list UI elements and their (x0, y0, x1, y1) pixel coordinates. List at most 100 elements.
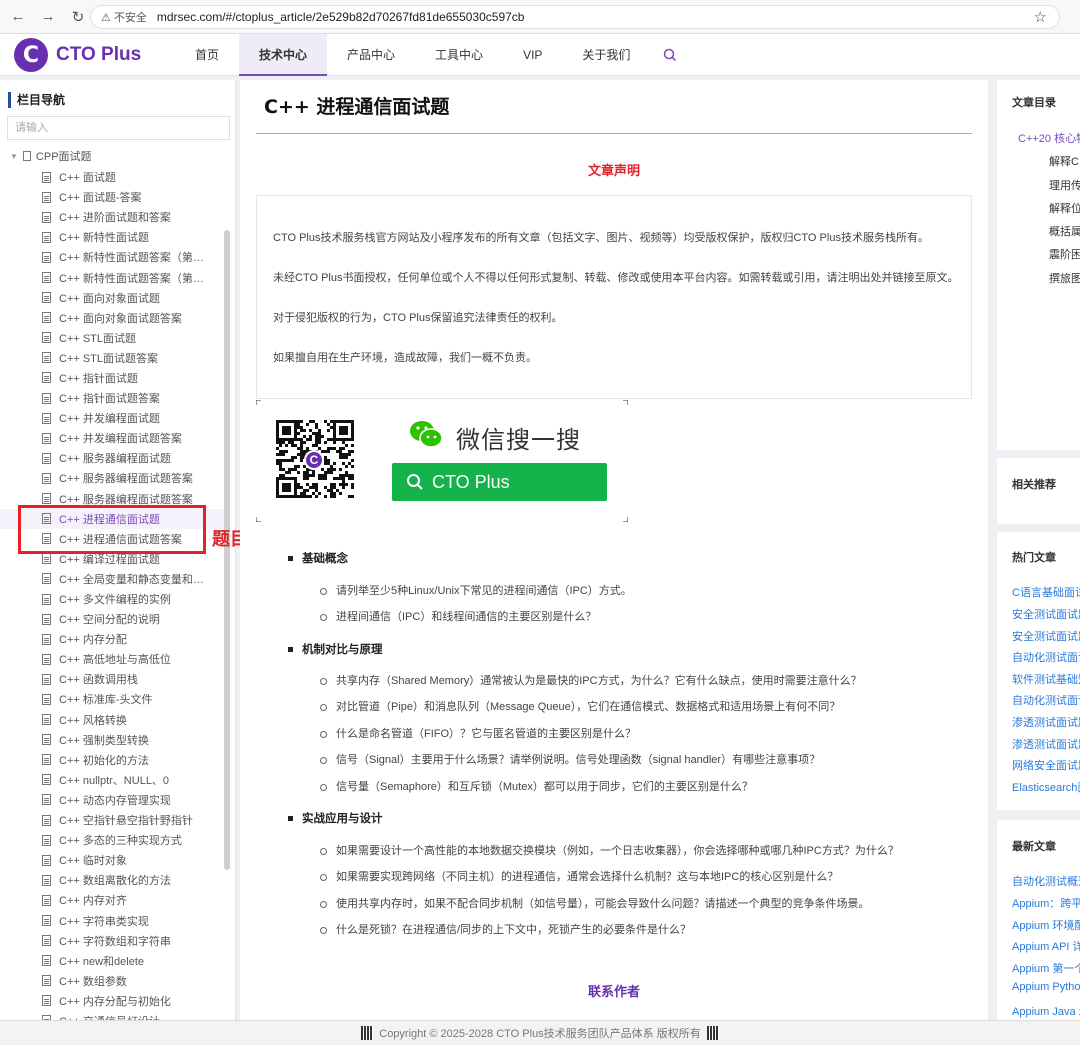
sidebar-tree-item[interactable]: C++ 新特性面试题答案（第二部分） (0, 267, 228, 287)
latest-article-link[interactable]: Appium API 详解 (1012, 938, 1080, 954)
toc-item[interactable]: C++20 核心特性 (1018, 130, 1080, 146)
toc-item[interactable]: 撰旅图 (1049, 270, 1080, 286)
sidebar-tree-item[interactable]: C++ 面向对象面试题答案 (0, 308, 228, 328)
sidebar-tree-item[interactable]: C++ 交通信号灯设计 (0, 1011, 228, 1020)
sidebar-tree-item[interactable]: C++ 标准库-头文件 (0, 689, 228, 709)
sidebar-title: 栏目导航 (8, 92, 65, 108)
nav-tech-center[interactable]: 技术中心 (239, 34, 328, 76)
hot-article-link[interactable]: 网络安全面试题 (1012, 757, 1080, 773)
sidebar-tree-item[interactable]: C++ 函数调用栈 (0, 669, 228, 689)
sidebar-tree-item[interactable]: C++ 并发编程面试题 (0, 408, 228, 428)
sidebar-tree-item[interactable]: C++ 新特性面试题答案（第一部分） (0, 247, 228, 267)
sidebar-tree-item[interactable]: C++ STL面试题 (0, 328, 228, 348)
sidebar-tree-item-label: C++ 内存分配 (59, 634, 127, 647)
latest-article-link[interactable]: Appium Java 示 (1012, 1003, 1080, 1019)
latest-article-link[interactable]: Appium：跨平台 (1012, 895, 1080, 911)
nav-home[interactable]: 首页 (175, 34, 239, 76)
sidebar-tree-item[interactable]: C++ 全局变量和静态变量和局部变量 (0, 569, 228, 589)
sidebar-tree-item[interactable]: C++ 服务器编程面试题答案 (0, 468, 228, 488)
hot-article-link[interactable]: 软件测试基础知 (1012, 671, 1080, 687)
latest-article-link[interactable]: 自动化测试概述 (1012, 873, 1080, 889)
sidebar-tree-item[interactable]: C++ 指针面试题 (0, 368, 228, 388)
question-item: 信号量（Semaphore）和互斥锁（Mutex）都可以用于同步，它们的主要区别… (320, 778, 753, 794)
document-icon (42, 553, 51, 565)
nav-about[interactable]: 关于我们 (562, 34, 650, 76)
hot-article-link[interactable]: 安全测试面试题 (1012, 606, 1080, 622)
wechat-search-slogan: 微信搜一搜 (456, 426, 581, 454)
nav-tools[interactable]: 工具中心 (415, 34, 503, 76)
sidebar-tree-item[interactable]: C++ 字符数组和字符串 (0, 931, 228, 951)
sidebar-tree-item[interactable]: C++ 风格转换 (0, 710, 228, 730)
sidebar-tree-item-label: C++ 函数调用栈 (59, 674, 138, 687)
toc-item[interactable]: 解释位 (1049, 200, 1080, 216)
sidebar-tree-item[interactable]: C++ 新特性面试题 (0, 227, 228, 247)
toc-item[interactable]: 解释C (1049, 153, 1079, 169)
hot-article-link[interactable]: 安全测试面试题 (1012, 628, 1080, 644)
caret-down-icon[interactable]: ▼ (10, 152, 18, 161)
latest-article-link[interactable]: Appium 第一个 (1012, 960, 1080, 976)
insecure-indicator[interactable]: ⚠ 不安全 (101, 9, 147, 25)
toc-item[interactable]: 震阶困 (1049, 246, 1080, 262)
sidebar-tree-item[interactable]: C++ 空指针悬空指针野指针 (0, 810, 228, 830)
bookmark-star-icon[interactable]: ☆ (1034, 8, 1047, 26)
sidebar-tree-item[interactable]: C++ new和delete (0, 951, 228, 971)
hot-article-link[interactable]: 渗透测试面试题 (1012, 736, 1080, 752)
sidebar-tree-item[interactable]: C++ 指针面试题答案 (0, 388, 228, 408)
search-icon[interactable] (650, 34, 690, 76)
back-icon[interactable]: ← (6, 5, 30, 29)
site-logo[interactable]: C CTO Plus (14, 38, 141, 72)
sidebar-tree-item[interactable]: C++ 空间分配的说明 (0, 609, 228, 629)
sidebar-tree-item-label: C++ 空指针悬空指针野指针 (59, 815, 193, 828)
nav-products[interactable]: 产品中心 (327, 34, 415, 76)
latest-article-link[interactable]: Appium Python (1012, 981, 1080, 993)
sidebar-tree-item[interactable]: C++ nullptr、NULL、0 (0, 770, 228, 790)
reload-icon[interactable]: ↻ (66, 5, 90, 29)
sidebar-tree-item[interactable]: C++ 内存分配 (0, 629, 228, 649)
hot-article-link[interactable]: 渗透测试面试题 (1012, 714, 1080, 730)
sidebar-tree-item[interactable]: C++ 服务器编程面试题 (0, 448, 228, 468)
sidebar-tree-item[interactable]: C++ 内存对齐 (0, 890, 228, 910)
latest-title: 最新文章 (1012, 841, 1056, 853)
sidebar-tree-item[interactable]: C++ 面试题 (0, 167, 228, 187)
wechat-search-button[interactable]: CTO Plus (392, 463, 607, 501)
sidebar-tree-item[interactable]: C++ 临时对象 (0, 850, 228, 870)
section-heading: 实战应用与设计 (288, 810, 383, 826)
sidebar-tree-item[interactable]: C++ 内存分配与初始化 (0, 991, 228, 1011)
document-icon (42, 272, 51, 284)
highlight-box (18, 505, 206, 554)
sidebar-tree-item[interactable]: C++ 初始化的方法 (0, 750, 228, 770)
sidebar-tree-item[interactable]: C++ 强制类型转换 (0, 730, 228, 750)
sidebar-tree-item[interactable]: C++ 多文件编程的实例 (0, 589, 228, 609)
latest-article-link[interactable]: Appium 环境配置 (1012, 917, 1080, 933)
sidebar-search-input[interactable] (7, 116, 230, 140)
hot-article-link[interactable]: C语言基础面试 (1012, 584, 1080, 600)
forward-icon[interactable]: → (36, 5, 60, 29)
hot-article-link[interactable]: 自动化测试面试 (1012, 649, 1080, 665)
address-bar[interactable]: ⚠ 不安全 mdrsec.com/#/ctoplus_article/2e529b… (90, 5, 1060, 29)
sidebar-tree-item[interactable]: C++ 多态的三种实现方式 (0, 830, 228, 850)
sidebar-tree-item[interactable]: C++ 面试题-答案 (0, 187, 228, 207)
sidebar-tree-item[interactable]: C++ 并发编程面试题答案 (0, 428, 228, 448)
sidebar-tree-item-label: C++ 新特性面试题答案（第一部分） (59, 252, 205, 265)
sidebar-tree-item[interactable]: C++ 高低地址与高低位 (0, 649, 228, 669)
question-item: 使用共享内存时，如果不配合同步机制（如信号量），可能会导致什么问题？请描述一个典… (320, 895, 870, 911)
document-icon (42, 171, 51, 183)
sidebar-tree-item-label: C++ 数组离散化的方法 (59, 875, 171, 888)
sidebar-tree-item[interactable]: C++ STL面试题答案 (0, 348, 228, 368)
sidebar-tree-item[interactable]: C++ 动态内存管理实现 (0, 790, 228, 810)
toc-item[interactable]: 理用传 (1049, 177, 1080, 193)
tree-root-cpp[interactable]: ▼ CPP面试题 (10, 148, 92, 164)
title-divider (256, 133, 972, 134)
hot-article-link[interactable]: 自动化测试面试 (1012, 692, 1080, 708)
hot-article-link[interactable]: Elasticsearch面 (1012, 779, 1080, 795)
sidebar-tree-item[interactable]: C++ 数组参数 (0, 971, 228, 991)
sidebar-tree-item[interactable]: C++ 进阶面试题和答案 (0, 207, 228, 227)
declaration-box: CTO Plus技术服务栈官方网站及小程序发布的所有文章（包括文字、图片、视频等… (256, 195, 972, 399)
sidebar-tree-item[interactable]: C++ 字符串类实现 (0, 910, 228, 930)
related-title: 相关推荐 (1012, 479, 1056, 491)
sidebar-tree-item[interactable]: C++ 面向对象面试题 (0, 288, 228, 308)
sidebar-tree-item-label: C++ 空间分配的说明 (59, 614, 160, 627)
nav-vip[interactable]: VIP (503, 34, 562, 76)
toc-item[interactable]: 概括属 (1049, 223, 1080, 239)
sidebar-tree-item[interactable]: C++ 数组离散化的方法 (0, 870, 228, 890)
